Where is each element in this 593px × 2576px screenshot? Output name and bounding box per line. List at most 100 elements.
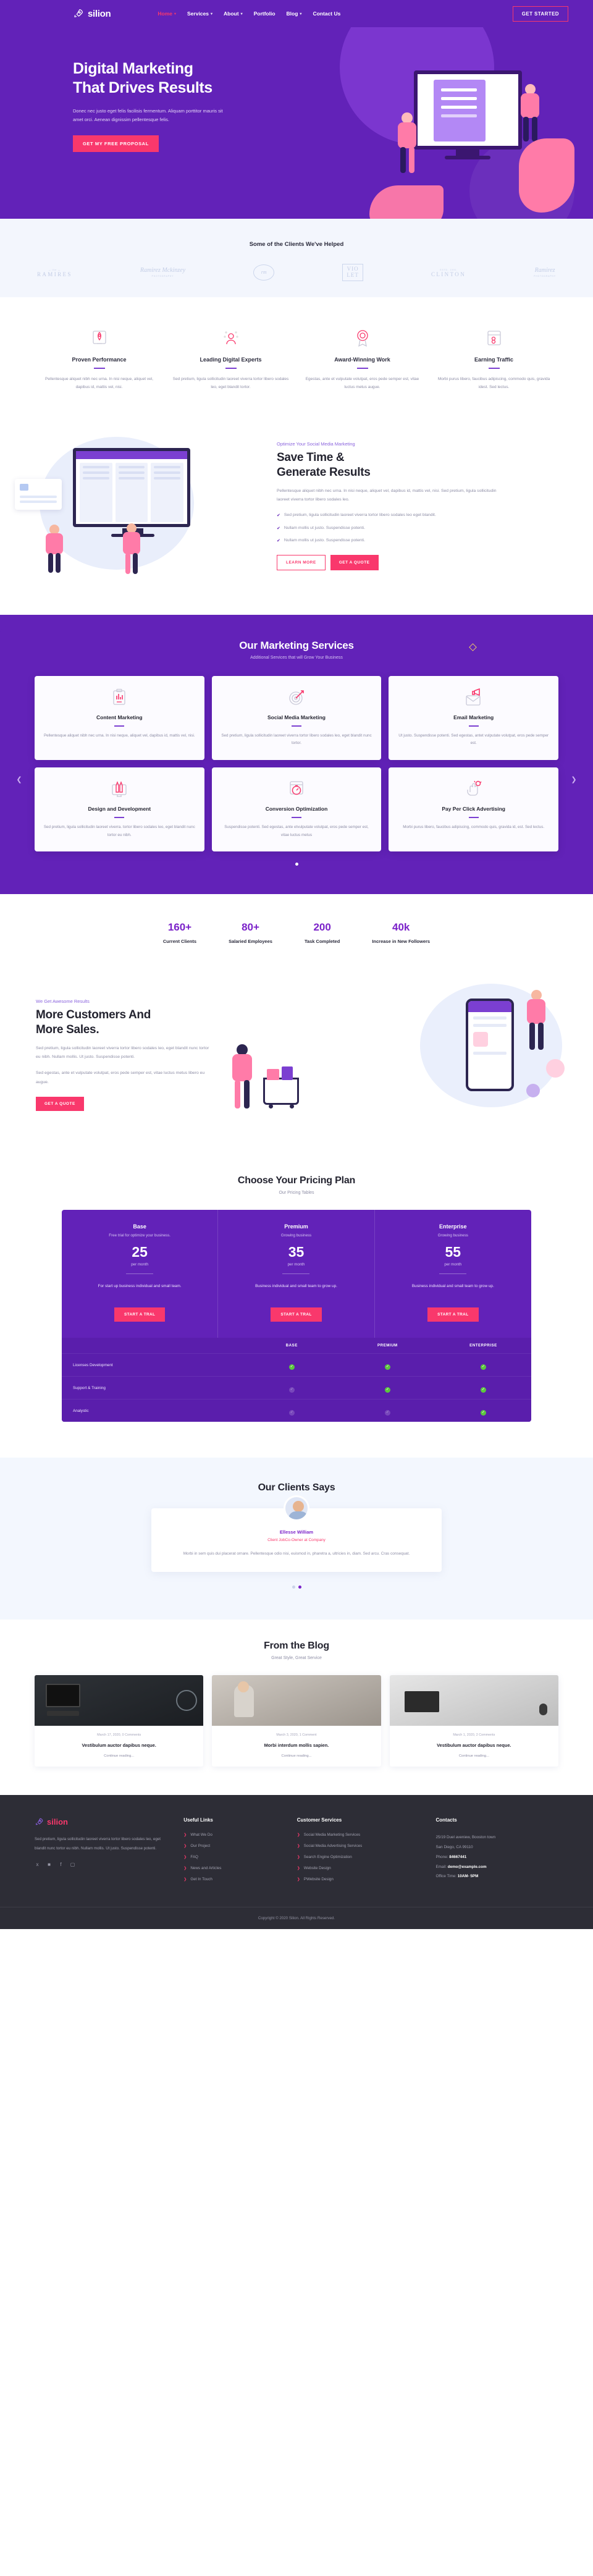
service-card-design-and-development[interactable]: Design and Development Sed pretium, ligu… bbox=[35, 767, 204, 852]
blog-post-title: Vestibulum auctor dapibus neque. bbox=[82, 1742, 156, 1748]
chevron-down-icon: ▾ bbox=[240, 12, 243, 16]
carousel-prev-button[interactable]: ❮ bbox=[15, 775, 23, 784]
footer-link[interactable]: ❯ Get In Touch bbox=[183, 1877, 285, 1881]
testimonial-title: Our Clients Says bbox=[258, 1482, 335, 1493]
pricing-section: Choose Your Pricing Plan Our Pricing Tab… bbox=[0, 1163, 593, 1458]
stat-label: Current Clients bbox=[162, 939, 197, 945]
footer-contact-details: 25/19 Duel aveniew, Booston town San Die… bbox=[435, 1833, 558, 1881]
blog-post-card[interactable]: March 3, 2020, 1 Comment Morbi interdum … bbox=[212, 1674, 381, 1767]
get-a-quote-button[interactable]: GET A QUOTE bbox=[36, 1096, 84, 1111]
monitor-base bbox=[445, 156, 490, 159]
footer-link[interactable]: ❯ Social Media Advertising Services bbox=[297, 1844, 425, 1848]
footer-link[interactable]: ❯ FAQ bbox=[183, 1855, 285, 1859]
blog-post-read-more[interactable]: Continue reading... bbox=[42, 1754, 196, 1758]
footer-link[interactable]: ❯ Our Project bbox=[183, 1844, 285, 1848]
cell-base: ✓ bbox=[244, 1359, 340, 1370]
divider bbox=[468, 725, 479, 727]
hero-title-line2: That Drives Results bbox=[73, 79, 212, 97]
blog-post-read-more[interactable]: Continue reading... bbox=[219, 1754, 373, 1758]
stat-label: Increase in New Followers bbox=[372, 939, 431, 945]
linkedin-icon[interactable]: ■ bbox=[46, 1862, 52, 1867]
footer-link[interactable]: ❯ What We Do bbox=[183, 1833, 285, 1837]
learn-more-button[interactable]: LEARN MORE bbox=[277, 555, 326, 571]
testimonial-author-name: Ellesse William bbox=[279, 1529, 314, 1535]
list-item-label: Sed pretium, ligula sollicitudin laoreet… bbox=[284, 513, 436, 518]
contact-hours: Office Time: 10AM- 5PM bbox=[435, 1872, 558, 1881]
nav-item-contact-us[interactable]: Contact Us bbox=[313, 11, 340, 17]
service-card-pay-per-click-advertising[interactable]: Pay Per Click Advertising Morbi purus li… bbox=[389, 767, 558, 852]
contact-phone-value[interactable]: 84667441 bbox=[449, 1855, 466, 1859]
blog-header: From the Blog Great Style, Great Service bbox=[0, 1641, 593, 1660]
nav-item-portfolio[interactable]: Portfolio bbox=[254, 11, 275, 17]
hero-cta-button[interactable]: GET MY FREE PROPOSAL bbox=[73, 135, 159, 152]
target-dart-icon bbox=[221, 687, 373, 708]
blog-post-read-more[interactable]: Continue reading... bbox=[397, 1754, 551, 1758]
carousel-dot[interactable] bbox=[292, 1585, 295, 1589]
brand-logo[interactable]: silion bbox=[73, 8, 111, 19]
pricing-plans: Base Free trial for optimize your busine… bbox=[62, 1210, 531, 1338]
check-icon: ✓ bbox=[384, 1387, 390, 1393]
blog-post-meta: March 17, 2020, 0 Comments bbox=[97, 1733, 141, 1737]
footer-link[interactable]: ❯ Social Media Marketing Services bbox=[297, 1833, 425, 1837]
service-card-email-marketing[interactable]: Email Marketing Ut justo. Suspendisse po… bbox=[389, 675, 558, 760]
start-a-trial-button[interactable]: START A TRAL bbox=[114, 1307, 166, 1322]
services-header: Our Marketing Services Additional Servic… bbox=[0, 640, 593, 660]
more-paragraph-1: Sed pretium, ligula sollicitudin laoreet… bbox=[36, 1045, 209, 1060]
footer-social-links: x ■ f ▢ bbox=[35, 1862, 172, 1867]
contact-address-line-1: 25/19 Duel aveniew, Booston town bbox=[435, 1835, 496, 1840]
stat-item: 80+ Salaried Employees bbox=[229, 921, 272, 944]
feature-title: Proven Performance bbox=[72, 356, 127, 363]
cell-base: ✓ bbox=[244, 1405, 340, 1416]
nav-item-blog[interactable]: Blog ▾ bbox=[287, 11, 302, 17]
contact-phone: Phone: 84667441 bbox=[435, 1852, 558, 1862]
nav-item-home[interactable]: Home ▾ bbox=[158, 11, 176, 17]
nav-item-services[interactable]: Services ▾ bbox=[187, 11, 212, 17]
blog-post-card[interactable]: March 1, 2020, 2 Comments Vestibulum auc… bbox=[389, 1674, 558, 1767]
footer-link[interactable]: ❯ Search Engine Optimization bbox=[297, 1855, 425, 1859]
hero-section: Digital Marketing That Drives Results Do… bbox=[0, 27, 593, 219]
start-a-trial-button[interactable]: START A TRAL bbox=[427, 1307, 479, 1322]
divider bbox=[291, 725, 301, 727]
contact-phone-label: Phone: bbox=[435, 1854, 448, 1859]
footer-link[interactable]: ❯ Website Design bbox=[297, 1866, 425, 1870]
nav-item-about[interactable]: About ▾ bbox=[224, 11, 243, 17]
cell-premium: ✓ bbox=[340, 1405, 435, 1416]
footer-link-label: Social Media Advertising Services bbox=[303, 1844, 363, 1849]
stats-section: 160+ Current Clients 80+ Salaried Employ… bbox=[0, 894, 593, 971]
blog-post-card[interactable]: March 17, 2020, 0 Comments Vestibulum au… bbox=[35, 1674, 204, 1767]
feature-title: Leading Digital Experts bbox=[200, 356, 262, 363]
service-title: Email Marketing bbox=[453, 714, 494, 720]
column-header-enterprise: ENTERPRISE bbox=[469, 1343, 497, 1348]
blog-post-body: March 17, 2020, 0 Comments Vestibulum au… bbox=[35, 1726, 203, 1767]
client-logo: Ramirez PHOTOGRAPHY bbox=[534, 267, 556, 277]
nav-label: Blog bbox=[286, 11, 298, 17]
carousel-next-button[interactable]: ❯ bbox=[570, 775, 578, 784]
carousel-dot[interactable] bbox=[295, 863, 298, 866]
services-section: Our Marketing Services Additional Servic… bbox=[0, 614, 593, 895]
start-a-trial-button[interactable]: START A TRAL bbox=[271, 1307, 322, 1322]
get-a-quote-button[interactable]: GET A QUOTE bbox=[330, 555, 379, 571]
plan-note: For start up business individual and sma… bbox=[98, 1284, 182, 1289]
stat-number: 200 bbox=[313, 921, 331, 934]
conversion-stopwatch-icon bbox=[221, 779, 373, 800]
carousel-dot-active[interactable] bbox=[298, 1585, 301, 1589]
features-grid: Proven Performance Pellentesque aliquet … bbox=[0, 327, 593, 391]
divider bbox=[488, 367, 500, 369]
twitter-icon[interactable]: x bbox=[35, 1862, 40, 1867]
get-started-button[interactable]: GET STARTED bbox=[512, 6, 568, 22]
instagram-icon[interactable]: ▢ bbox=[70, 1862, 75, 1867]
save-time-illustration bbox=[11, 426, 277, 586]
plan-note: Business individual and small team to gr… bbox=[255, 1284, 337, 1289]
services-grid: Content Marketing Pellentesque aliquet n… bbox=[0, 675, 593, 852]
footer-about-column: silion Sed pretium, ligula sollicitudin … bbox=[35, 1817, 172, 1888]
service-card-content-marketing[interactable]: Content Marketing Pellentesque aliquet n… bbox=[35, 675, 204, 760]
client-logo-name: RAMIRES bbox=[37, 271, 72, 277]
service-card-social-media-marketing[interactable]: Social Media Marketing Sed pretium, ligu… bbox=[211, 675, 382, 760]
footer-brand[interactable]: silion bbox=[35, 1817, 172, 1826]
contact-email-value[interactable]: demo@example.com bbox=[448, 1865, 487, 1869]
service-card-conversion-optimization[interactable]: Conversion Optimization Suspendisse pote… bbox=[211, 767, 382, 852]
footer-link[interactable]: ❯ News and Articles bbox=[183, 1866, 285, 1870]
footer-link[interactable]: ❯ PWebsite Design bbox=[297, 1877, 425, 1881]
facebook-icon[interactable]: f bbox=[58, 1862, 64, 1867]
blog-post-body: March 1, 2020, 2 Comments Vestibulum auc… bbox=[390, 1726, 558, 1767]
